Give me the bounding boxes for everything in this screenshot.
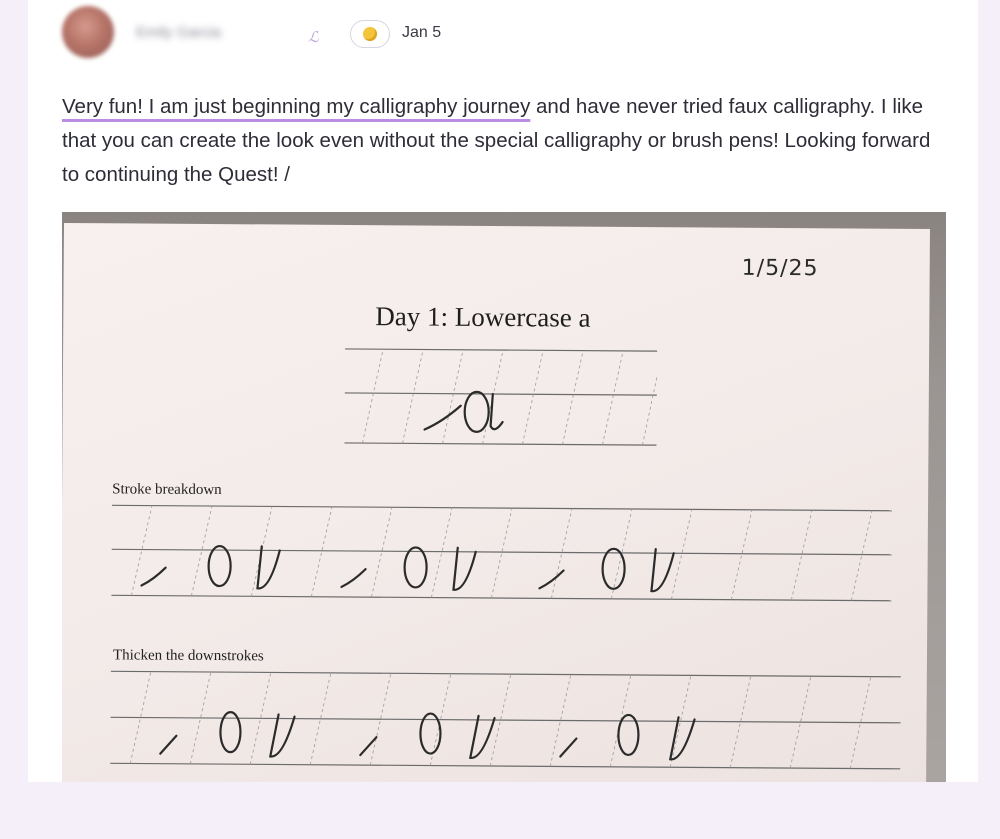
post-date: Jan 5: [402, 24, 442, 41]
section-label-stroke-breakdown: Stroke breakdown: [112, 481, 222, 499]
calligraphy-badge-icon: ℒ: [308, 28, 319, 46]
username[interactable]: Emily Garcia: [136, 24, 221, 41]
post-text-highlight: Very fun! I am just beginning my calligr…: [62, 95, 531, 118]
worksheet-paper: 1/5/25 Day 1: Lowercase a Stroke breakdo…: [62, 222, 930, 782]
avatar[interactable]: [62, 6, 114, 58]
clapping-hands-icon: [363, 27, 377, 41]
post-image[interactable]: 1/5/25 Day 1: Lowercase a Stroke breakdo…: [62, 212, 946, 782]
reaction-button[interactable]: [350, 20, 390, 48]
section-label-thicken-downstrokes: Thicken the downstrokes: [112, 647, 264, 665]
worksheet-title: Day 1: Lowercase a: [375, 301, 591, 333]
worksheet-date: 1/5/25: [741, 255, 819, 282]
post-text: Very fun! I am just beginning my calligr…: [62, 90, 942, 192]
post-header: Emily Garcia ℒ Jan 5: [62, 6, 962, 62]
post-card: Emily Garcia ℒ Jan 5 Very fun! I am just…: [28, 0, 978, 782]
